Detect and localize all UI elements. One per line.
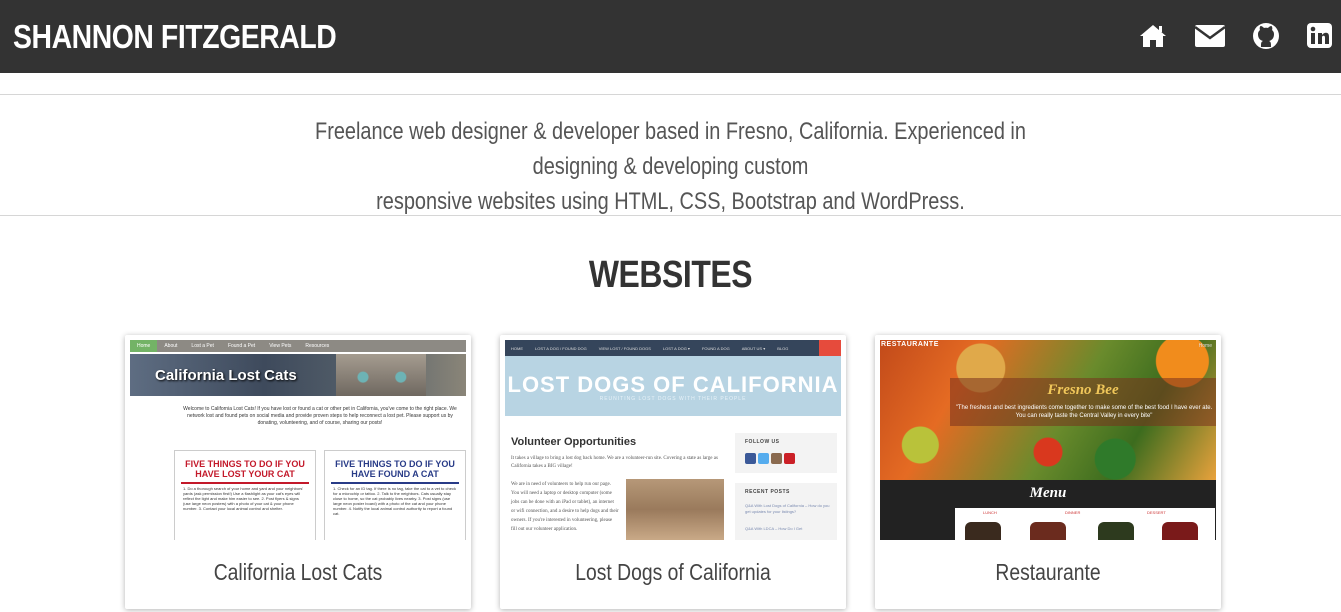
dish-image [1098,522,1134,540]
thumb-banner: California Lost Cats [130,354,466,396]
thumb-menu-item: BLOG [777,345,789,351]
thumb-quote: "The freshest and best ingredients come … [955,405,1213,419]
thumb-menu-tab: DESSERT [1147,510,1166,515]
facebook-icon [745,453,756,464]
twitter-icon [758,453,769,464]
thumb-menu-tab: LUNCH [983,510,997,515]
thumb-menu-item: About [164,343,178,349]
thumb-heading: Volunteer Opportunities [511,436,637,448]
thumb-menu-item: HOME [511,345,523,351]
cat-image [336,354,426,396]
thumb-menu-item: ABOUT US ▾ [741,345,766,351]
search-icon [819,340,841,356]
thumb-found-box-text: 1. Check for an ID tag. If there is no t… [333,486,456,516]
dish-image [965,522,1001,540]
intro-line-2: responsive websites using HTML, CSS, Boo… [376,188,965,215]
thumb-menu-item: Lost a Pet [191,343,214,349]
thumb-menu: Home About Lost a Pet Found a Pet View P… [130,340,466,352]
thumb-menu-item: VIEW LOST / FOUND DOGS [598,345,651,351]
intro-line-1: Freelance web designer & developer based… [315,118,1026,180]
card-title[interactable]: Lost Dogs of California [528,559,819,586]
thumb-found-box: FIVE THINGS TO DO IF YOU HAVE FOUND A CA… [324,450,466,540]
thumb-banner-text: LOST DOGS OF CALIFORNIA [507,372,839,397]
thumb-tagline: Fresno Bee [1047,382,1119,398]
thumb-banner-subtext: REUNITING LOST DOGS WITH THEIR PEOPLE [599,396,747,402]
thumb-recent-post: Q&A With LDCA – How Do I Get [745,526,803,531]
thumb-recent-post: Q&A With Lost Dogs of California – How d… [745,503,830,514]
thumb-home-link: Home [1198,343,1212,349]
thumb-follow-title: FOLLOW US [745,439,780,445]
section-title: WEBSITES [588,254,753,296]
site-brand[interactable]: SHANNON FITZGERALD [13,18,337,56]
intro-text: Freelance web designer & developer based… [280,114,1061,219]
thumb-banner-text: California Lost Cats [155,367,297,384]
instagram-icon [771,453,782,464]
portfolio-card-restaurante[interactable]: RESTAURANTE Home Fresno Bee "The freshes… [875,335,1221,609]
divider [0,215,1341,216]
thumb-lost-box-title: FIVE THINGS TO DO IF YOU HAVE LOST YOUR … [181,459,309,484]
thumb-text: We are in need of volunteers to help run… [511,482,619,532]
divider [0,94,1341,95]
thumb-menu-item: LOST A DOG / FOUND DOG [535,345,587,351]
portfolio-card-lost-dogs-of-california[interactable]: HOME LOST A DOG / FOUND DOG VIEW LOST / … [500,335,846,609]
thumb-lost-box: FIVE THINGS TO DO IF YOU HAVE LOST YOUR … [174,450,316,540]
thumb-menu-item: View Pets [269,343,292,349]
thumb-menu-item: LOST A DOG ▾ [662,345,690,351]
thumb-menu-item: Home [130,340,158,352]
thumb-menu-title: Menu [1029,485,1067,501]
thumb-menu-item: Resources [305,343,330,349]
thumb-found-box-title: FIVE THINGS TO DO IF YOU HAVE FOUND A CA… [331,459,459,484]
thumb-menu: HOME LOST A DOG / FOUND DOG VIEW LOST / … [505,340,841,356]
card-title[interactable]: California Lost Cats [153,559,444,586]
pinterest-icon [784,453,795,464]
thumb-menu-item: FOUND A DOG [701,345,730,351]
portfolio-card-california-lost-cats[interactable]: Home About Lost a Pet Found a Pet View P… [125,335,471,609]
thumb-menu-tab: DINNER [1065,510,1081,515]
thumb-recent-title: RECENT POSTS [745,489,790,495]
top-navbar: SHANNON FITZGERALD [0,0,1341,73]
thumb-lost-box-text: 1. Do a thorough search of your home and… [183,486,304,511]
card-title[interactable]: Restaurante [903,559,1194,586]
dog-photo [626,479,724,540]
thumb-follow-widget: FOLLOW US [735,433,837,473]
envelope-icon[interactable] [1194,21,1226,51]
thumb-welcome-text: Welcome to California Lost Cats! If you … [183,406,457,426]
thumb-text: It takes a village to bring a lost dog b… [511,456,718,469]
dish-image [1030,522,1066,540]
card-thumbnail[interactable]: HOME LOST A DOG / FOUND DOG VIEW LOST / … [505,340,841,540]
thumb-recent-widget: RECENT POSTS Q&A With Lost Dogs of Calif… [735,483,837,540]
thumb-brand: RESTAURANTE [881,341,939,348]
card-thumbnail[interactable]: Home About Lost a Pet Found a Pet View P… [130,340,466,540]
home-icon[interactable] [1138,21,1168,51]
card-thumbnail[interactable]: RESTAURANTE Home Fresno Bee "The freshes… [880,340,1216,540]
github-icon[interactable] [1251,21,1281,51]
linkedin-icon[interactable] [1306,21,1333,51]
thumb-banner: LOST DOGS OF CALIFORNIA REUNITING LOST D… [505,356,841,416]
dish-image [1162,522,1198,540]
thumb-menu-item: Found a Pet [227,343,256,349]
